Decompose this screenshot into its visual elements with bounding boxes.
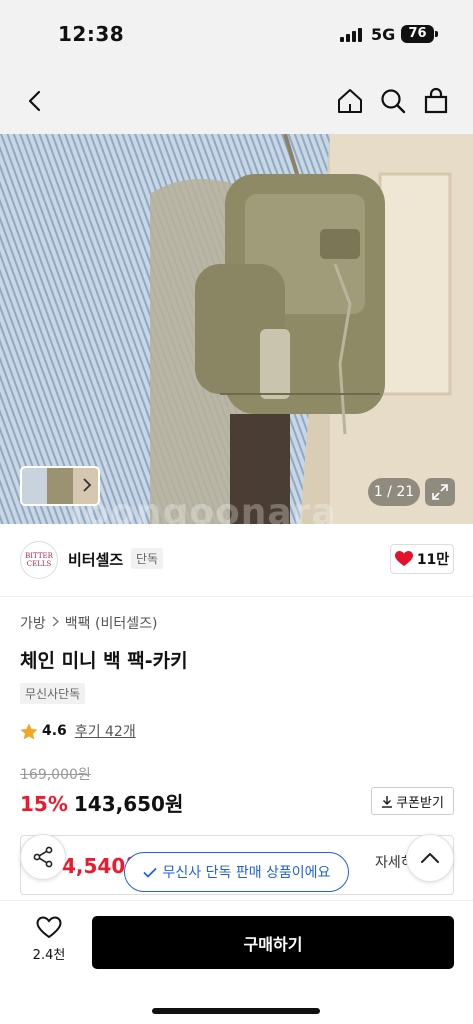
buy-button[interactable]: 구매하기 [92,916,454,969]
home-indicator [152,1008,320,1014]
status-time: 12:38 [58,22,125,46]
network-label: 5G [371,25,396,44]
exclusive-toast: 무신사 단독 판매 상품이에요 [124,852,349,892]
wishlist-button[interactable]: 2.4천 [24,916,74,968]
share-icon [33,846,53,868]
home-icon[interactable] [335,86,365,116]
price-row: 15% 143,650원 [20,788,183,817]
breadcrumb: 가방 백팩 (비터셀즈) [20,613,157,633]
shopping-bag-icon[interactable] [421,86,451,116]
brand-logo[interactable]: BITTER CELLS [20,541,58,579]
exclusive-tag: 무신사단독 [20,683,86,704]
original-price: 169,000원 [20,767,91,783]
battery-icon: 76 [401,25,434,43]
heart-filled-icon [394,551,413,566]
signal-icon [340,28,364,42]
wishlist-count: 2.4천 [32,948,66,963]
check-icon [142,867,157,878]
back-icon[interactable] [20,86,50,116]
product-title: 체인 미니 백 팩-카키 [20,650,188,672]
toast-text: 무신사 단독 판매 상품이에요 [162,865,331,881]
image-watermark: Joongoonara [70,492,337,533]
search-icon[interactable] [378,86,408,116]
chevron-right-icon [52,615,59,631]
chevron-right-icon[interactable] [82,477,92,497]
divider [0,596,473,597]
sale-price: 143,650원 [73,792,184,816]
breadcrumb-subcategory[interactable]: 백팩 (비터셀즈) [65,613,158,633]
status-bar: 12:38 5G 76 [0,0,473,68]
share-button[interactable] [20,834,66,880]
brand-like-button[interactable]: 11만 [390,544,454,574]
brand-logo-line2: CELLS [26,560,52,568]
star-icon [20,723,38,739]
rating-score: 4.6 [42,723,67,739]
expand-icon[interactable] [425,478,455,506]
thumbnail-2[interactable] [47,468,73,504]
coupon-button[interactable]: 쿠폰받기 [371,787,454,815]
coupon-label: 쿠폰받기 [396,795,444,811]
top-nav-bar [0,68,473,134]
image-counter: 1 / 21 [368,478,420,506]
review-link[interactable]: 후기 42개 [75,721,136,741]
rating-row: 4.6 후기 42개 [20,721,136,741]
brand-name[interactable]: 비터셀즈 [68,549,123,570]
download-icon [382,795,393,808]
brand-logo-line1: BITTER [25,552,53,560]
thumbnail-1[interactable] [22,468,48,504]
discount-rate: 15% [20,792,68,816]
brand-like-count: 11만 [416,552,450,568]
battery-tip [435,31,438,37]
heart-outline-icon [36,916,62,939]
brand-exclusive-badge: 단독 [131,548,164,569]
chevron-up-icon [421,853,439,863]
scroll-top-button[interactable] [406,834,454,882]
breadcrumb-category[interactable]: 가방 [20,613,46,633]
